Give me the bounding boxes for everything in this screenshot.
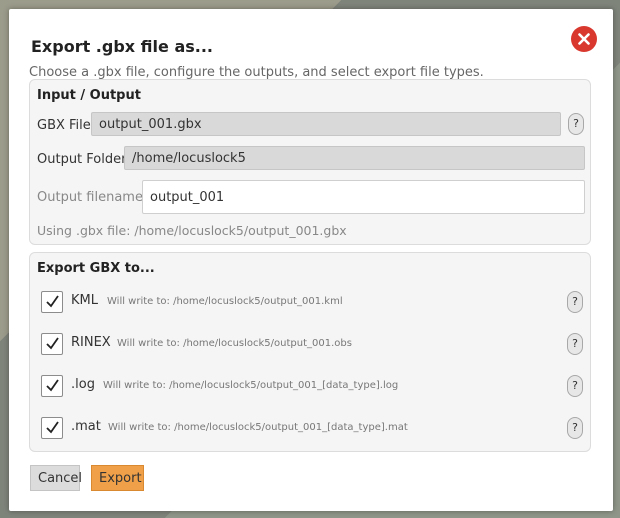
input-output-panel: Input / Output GBX File: output_001.gbx … — [29, 79, 591, 245]
rinex-help-button[interactable]: ? — [567, 333, 583, 355]
log-label: .log — [71, 377, 95, 392]
rinex-write-path: Will write to: /home/locuslock5/output_0… — [117, 338, 352, 349]
dialog-title: Export .gbx file as... — [31, 37, 213, 56]
mat-checkbox[interactable] — [41, 417, 63, 439]
output-filename-input[interactable] — [142, 180, 585, 214]
checkmark-icon — [46, 295, 59, 308]
kml-help-button[interactable]: ? — [567, 291, 583, 313]
export-row-log: .log Will write to: /home/locuslock5/out… — [41, 375, 583, 403]
input-output-heading: Input / Output — [37, 88, 141, 103]
export-row-mat: .mat Will write to: /home/locuslock5/out… — [41, 417, 583, 445]
mat-label: .mat — [71, 419, 101, 434]
close-icon — [578, 33, 590, 45]
log-help-button[interactable]: ? — [567, 375, 583, 397]
checkmark-icon — [46, 379, 59, 392]
export-button[interactable]: Export — [91, 465, 144, 491]
checkmark-icon — [46, 337, 59, 350]
mat-write-path: Will write to: /home/locuslock5/output_0… — [108, 422, 408, 433]
close-button[interactable] — [571, 26, 597, 52]
export-row-rinex: RINEX Will write to: /home/locuslock5/ou… — [41, 333, 583, 361]
gbx-file-field[interactable]: output_001.gbx — [91, 112, 561, 136]
mat-help-button[interactable]: ? — [567, 417, 583, 439]
gbx-file-label: GBX File: — [37, 118, 96, 133]
dialog-subtitle: Choose a .gbx file, configure the output… — [29, 65, 484, 80]
checkmark-icon — [46, 421, 59, 434]
kml-checkbox[interactable] — [41, 291, 63, 313]
export-row-kml: KML Will write to: /home/locuslock5/outp… — [41, 291, 583, 319]
using-gbx-file-text: Using .gbx file: /home/locuslock5/output… — [37, 223, 347, 238]
export-types-panel: Export GBX to... KML Will write to: /hom… — [29, 252, 591, 452]
export-types-heading: Export GBX to... — [37, 261, 155, 276]
rinex-label: RINEX — [71, 335, 111, 350]
export-dialog: Export .gbx file as... Choose a .gbx fil… — [9, 9, 613, 511]
rinex-checkbox[interactable] — [41, 333, 63, 355]
gbx-file-help-button[interactable]: ? — [568, 113, 584, 135]
output-filename-label: Output filename: — [37, 190, 148, 205]
log-checkbox[interactable] — [41, 375, 63, 397]
output-folder-label: Output Folder: — [37, 152, 131, 167]
log-write-path: Will write to: /home/locuslock5/output_0… — [103, 380, 399, 391]
cancel-button[interactable]: Cancel — [30, 465, 82, 491]
kml-write-path: Will write to: /home/locuslock5/output_0… — [107, 296, 343, 307]
output-folder-field[interactable]: /home/locuslock5 — [124, 146, 585, 170]
kml-label: KML — [71, 293, 98, 308]
